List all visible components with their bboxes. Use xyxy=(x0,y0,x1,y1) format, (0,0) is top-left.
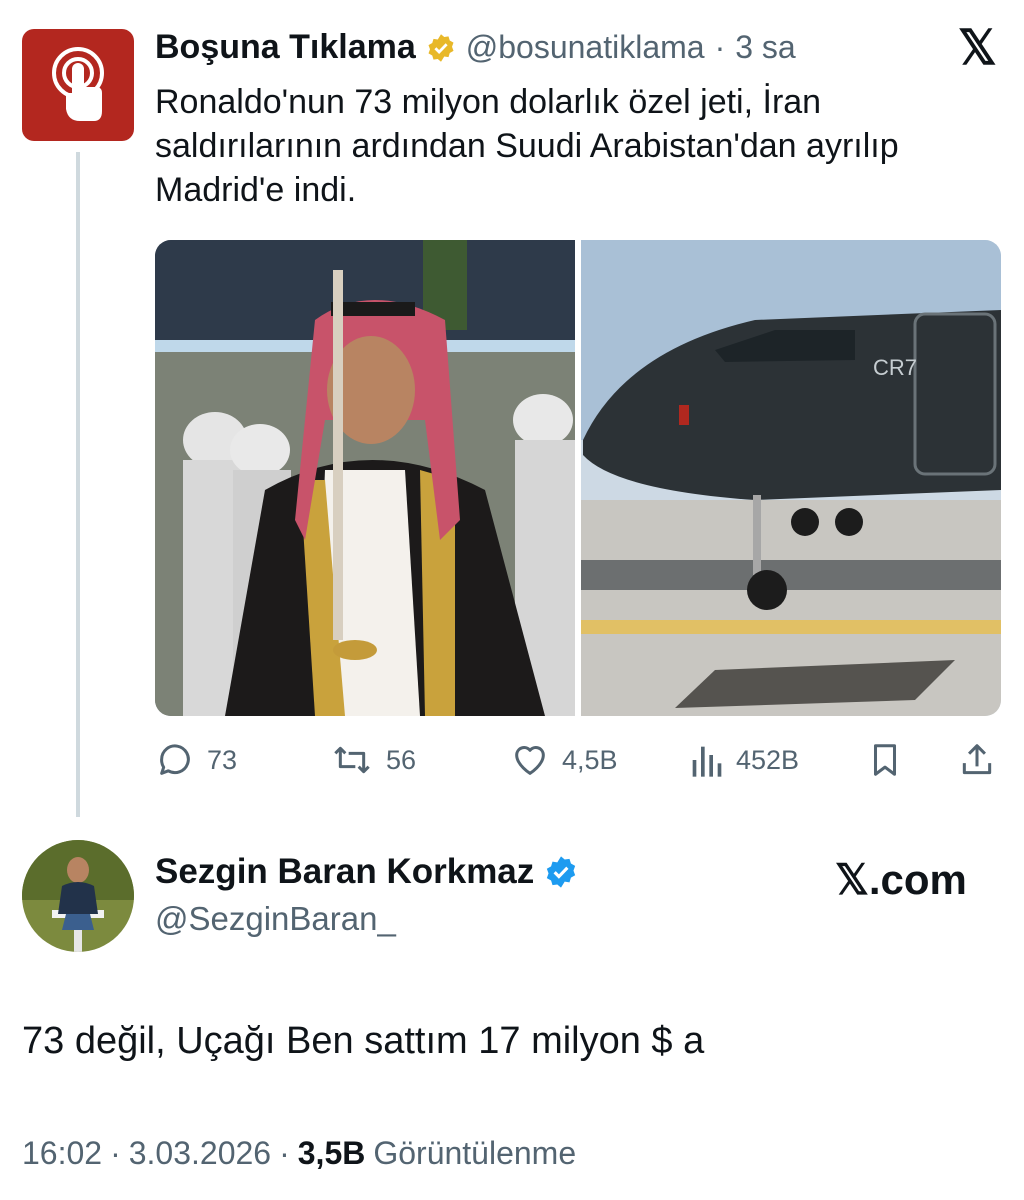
reply-count: 73 xyxy=(207,744,238,775)
quoted-author-name[interactable]: Boşuna Tıklama xyxy=(155,28,416,67)
post-views-label: Görüntülenme xyxy=(373,1135,577,1171)
quoted-tweet-header: Boşuna Tıklama @bosunatiklama · 3 sa xyxy=(155,28,796,67)
bookmark-icon xyxy=(873,744,897,776)
verified-gold-badge-icon xyxy=(428,33,454,62)
like-count: 4,5B xyxy=(562,744,618,775)
photo-ronaldo-ceremony[interactable] xyxy=(155,240,575,716)
post-author-header: Sezgin Baran Korkmaz xyxy=(155,852,578,892)
post-handle[interactable]: @SezginBaran_ xyxy=(155,900,396,938)
thread-connector-line xyxy=(76,152,80,817)
share-icon xyxy=(962,744,992,775)
quoted-handle[interactable]: @bosunatiklama xyxy=(466,29,705,66)
post-meta: 16:02 · 3.03.2026 · 3,5B Görüntülenme xyxy=(22,1135,576,1172)
reply-action[interactable]: 73 xyxy=(155,738,237,782)
views-action[interactable]: 452B xyxy=(688,738,799,782)
quoted-text-line: saldırılarının ardından Suudi Arabistan'… xyxy=(155,127,899,165)
jet-cr7-text: CR7 xyxy=(873,355,917,380)
media-grid: CR7 xyxy=(155,240,1001,716)
meta-separator: · xyxy=(110,1135,121,1171)
avatar-bosuna-tiklama[interactable] xyxy=(22,29,134,141)
heart-icon xyxy=(515,746,545,775)
bookmark-action[interactable] xyxy=(866,738,904,782)
quoted-separator: · xyxy=(714,29,726,65)
repost-count: 56 xyxy=(386,744,417,775)
share-action[interactable] xyxy=(958,738,996,782)
quoted-timestamp[interactable]: 3 sa xyxy=(735,29,795,66)
photo-private-jet[interactable]: CR7 xyxy=(581,240,1001,716)
like-action[interactable]: 4,5B xyxy=(510,738,618,782)
post-author-name[interactable]: Sezgin Baran Korkmaz xyxy=(155,852,534,892)
post-views-count[interactable]: 3,5B xyxy=(298,1135,366,1172)
verified-blue-badge-icon xyxy=(547,856,576,888)
x-com-brand-text: 𝕏.com xyxy=(835,856,967,903)
repost-action[interactable]: 56 xyxy=(330,738,416,782)
reply-icon xyxy=(160,744,190,775)
meta-separator: · xyxy=(279,1135,290,1171)
repost-icon xyxy=(334,746,370,774)
profile-photo xyxy=(22,840,134,952)
views-count: 452B xyxy=(736,744,800,775)
pointer-hand-icon xyxy=(52,47,104,121)
x-logo-icon[interactable]: 𝕏 xyxy=(958,20,997,76)
quoted-text-line: Ronaldo'nun 73 milyon dolarlık özel jeti… xyxy=(155,83,822,121)
analytics-bar-icon xyxy=(692,746,722,777)
post-date[interactable]: 3.03.2026 xyxy=(129,1135,271,1172)
quoted-tweet-text: Ronaldo'nun 73 milyon dolarlık özel jeti… xyxy=(155,80,1005,212)
quoted-text-line: Madrid'e indi. xyxy=(155,171,357,209)
post-text: 73 değil, Uçağı Ben sattım 17 milyon $ a xyxy=(22,1020,705,1062)
avatar-sezgin-baran[interactable] xyxy=(22,840,134,952)
post-time[interactable]: 16:02 xyxy=(22,1135,102,1172)
